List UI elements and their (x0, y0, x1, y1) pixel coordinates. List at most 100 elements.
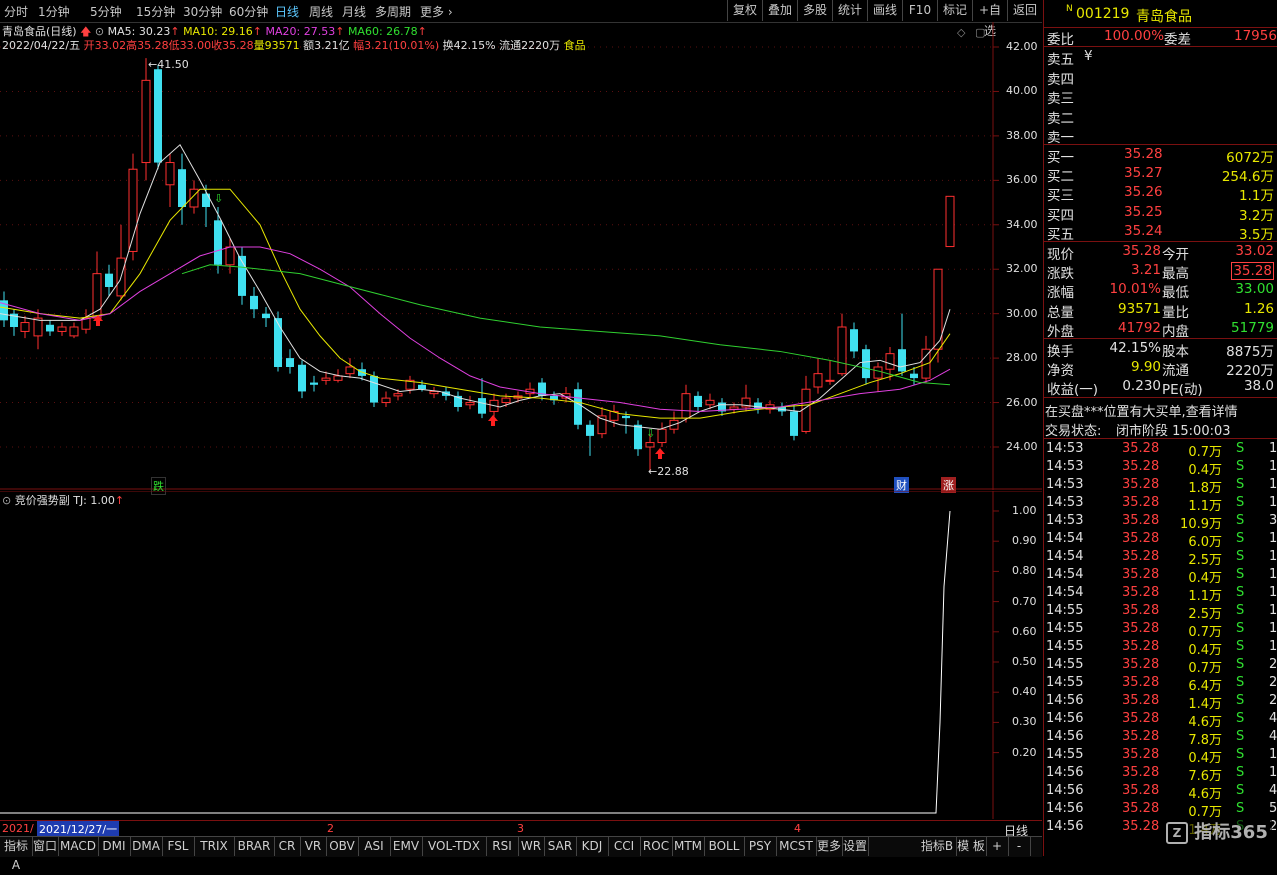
stat-value: 41792 (1118, 319, 1161, 336)
indicator-tab[interactable]: BRAR (234, 837, 275, 856)
tick-time: 14:55 (1046, 603, 1084, 618)
candle (586, 420, 594, 456)
indicator-chart[interactable]: ⊙ 竞价强势副 TJ: 1.00↑ 1.00 0.90 0.80 0.70 0.60 0.… (0, 491, 1042, 819)
indicator-tab-right[interactable]: + (986, 837, 1009, 856)
period-tab-more[interactable]: 更多 › (420, 3, 453, 20)
buy-level-row[interactable]: 买五 35.24 3.5万 (1044, 223, 1277, 243)
indicator-tab[interactable]: KDJ (576, 837, 609, 856)
period-tab-30min[interactable]: 30分钟 (183, 3, 222, 20)
add-favorite-button[interactable]: +自选 (972, 0, 1007, 38)
period-tab-daily[interactable]: 日线 (275, 3, 299, 20)
status-row: 交易状态: 闭市阶段 15:00:03 (1044, 420, 1277, 439)
sell-level-label: 卖一 (1047, 130, 1074, 146)
buy-level-label: 买一 (1047, 150, 1074, 166)
statistics-button[interactable]: 统计 (832, 0, 867, 21)
indicator-tab[interactable]: ROC (640, 837, 673, 856)
period-tab-multi[interactable]: 多周期 (375, 3, 411, 20)
multi-stock-button[interactable]: 多股 (797, 0, 832, 21)
collapse-icon[interactable]: ▢ (975, 26, 985, 39)
buy-level-row[interactable]: 买二 35.27 254.6万 (1044, 165, 1277, 185)
tick-volume: 6.0万 (1188, 535, 1222, 550)
indicator-tab[interactable]: MACD (58, 837, 99, 856)
mark-button[interactable]: 标记 (937, 0, 972, 21)
period-tab-5min[interactable]: 5分钟 (90, 3, 122, 20)
tick-time: 14:56 (1046, 693, 1084, 708)
tick-price: 35.28 (1122, 513, 1160, 528)
period-tab-15min[interactable]: 15分钟 (136, 3, 175, 20)
indicator-tab-right[interactable]: 模 板 (956, 837, 987, 856)
candle (128, 153, 138, 261)
indicator-tab[interactable]: SAR (544, 837, 577, 856)
diamond-icon[interactable]: ◇ (957, 26, 965, 39)
price-tick-label: 42.00 (1006, 40, 1038, 53)
stat-row: 涨跌 3.21 最高 35.28 (1044, 262, 1277, 283)
bar-turnover: 换42.15% (442, 39, 496, 52)
f10-button[interactable]: F10 (902, 0, 937, 21)
tick-price: 35.28 (1122, 639, 1160, 654)
indicator-tab[interactable]: CR (274, 837, 301, 856)
indicator-tab[interactable]: MTM (672, 837, 705, 856)
buy-arrow-icon (488, 415, 498, 426)
sell-level-label: 卖五 (1047, 52, 1074, 68)
indicator-tab[interactable]: BOLL (704, 837, 745, 856)
stock-code: 001219 (1076, 6, 1130, 22)
indicator-tab[interactable]: WR (518, 837, 545, 856)
indicator-tab[interactable]: TRIX (194, 837, 235, 856)
tick-time: 14:55 (1046, 621, 1084, 636)
period-tab-monthly[interactable]: 月线 (342, 3, 366, 20)
tick-row: 14:53 35.28 0.4万 S 1 (1044, 459, 1277, 478)
indicator-tab[interactable]: 窗口 (32, 837, 59, 856)
indicator-tab[interactable]: ASI (358, 837, 391, 856)
candle (525, 382, 535, 399)
tick-price: 35.28 (1122, 801, 1160, 816)
indicator-tab[interactable]: CCI (608, 837, 641, 856)
candle (274, 311, 282, 372)
indicator-tab[interactable]: MCST (776, 837, 817, 856)
indicator-tab-right[interactable]: 指标B (918, 837, 957, 856)
candle (478, 378, 486, 419)
weibi-label: 委比 (1047, 32, 1074, 48)
overlay-button[interactable]: 叠加 (762, 0, 797, 21)
period-tab-60min[interactable]: 60分钟 (229, 3, 268, 20)
price-tick-label: 32.00 (1006, 262, 1038, 276)
buy-level-row[interactable]: 买一 35.28 6072万 (1044, 146, 1277, 166)
indicator-tab[interactable]: EMV (390, 837, 423, 856)
period-tab-weekly[interactable]: 周线 (309, 3, 333, 20)
notice-row[interactable]: 在买盘***位置有大买单,查看详情 (1044, 401, 1277, 420)
indicator-tab[interactable]: VOL-TDX (422, 837, 487, 856)
indicator-tab[interactable]: 更多 (816, 837, 843, 856)
indicator-tab[interactable]: RSI (486, 837, 519, 856)
stat-label: 涨跌 (1047, 266, 1074, 283)
indicator-tab[interactable]: DMI (98, 837, 131, 856)
indicator-tab[interactable]: PSY (744, 837, 777, 856)
buy-level-price: 35.27 (1124, 165, 1163, 182)
buy-level-row[interactable]: 买三 35.26 1.1万 (1044, 184, 1277, 204)
indicator-tab-right[interactable]: - (1008, 837, 1031, 856)
tick-row: 14:55 35.28 0.7万 S 1 (1044, 621, 1277, 640)
draw-line-button[interactable]: 画线 (867, 0, 902, 21)
tick-price: 35.28 (1122, 477, 1160, 492)
buy-level-row[interactable]: 买四 35.25 3.2万 (1044, 204, 1277, 224)
tick-side: S (1236, 459, 1245, 474)
tick-time: 14:53 (1046, 513, 1084, 528)
kline-chart[interactable]: ⇩ ⇩ 青岛食品(日线) 🡅 ⊙ MA5: 30.23↑ MA10: 29.16↑… (0, 22, 1042, 495)
tick-row: 14:55 35.28 0.7万 S 2 (1044, 657, 1277, 676)
back-button[interactable]: 返回 (1007, 0, 1042, 21)
indicator-tab[interactable]: 指标A (0, 837, 33, 872)
indicator-tab[interactable]: OBV (326, 837, 359, 856)
fuquan-button[interactable]: 复权 (727, 0, 762, 21)
indicator-tab[interactable]: FSL (162, 837, 195, 856)
indicator-tab[interactable]: 设置 (842, 837, 869, 856)
candle (381, 391, 391, 407)
tj-line (0, 510, 951, 814)
stat-label: 流通 (1162, 363, 1189, 379)
candle (945, 195, 955, 248)
pointer-left-icon: ← (648, 465, 658, 478)
big-order-notice[interactable]: 在买盘***位置有大买单,查看详情 (1045, 401, 1238, 420)
indicator-tab[interactable]: VR (300, 837, 327, 856)
indicator-tab[interactable]: DMA (130, 837, 163, 856)
tick-volume: 0.7万 (1188, 625, 1222, 640)
period-tab-1min[interactable]: 1分钟 (38, 3, 70, 20)
buy-level-volume: 3.5万 (1239, 226, 1274, 243)
period-tab-fenshi[interactable]: 分时 (4, 3, 28, 20)
